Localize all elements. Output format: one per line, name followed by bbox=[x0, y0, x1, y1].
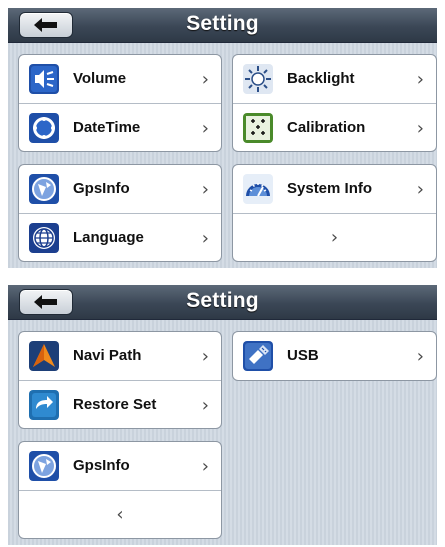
settings-group-usb: USB › bbox=[232, 331, 437, 381]
next-page-button[interactable]: › bbox=[233, 214, 436, 261]
menu-item-label: DateTime bbox=[73, 119, 141, 136]
chevron-right-icon: › bbox=[201, 456, 209, 477]
gpsinfo-icon bbox=[29, 174, 59, 204]
chevron-right-icon: › bbox=[201, 395, 209, 416]
settings-group-sound-time: Volume › DateTime › bbox=[18, 54, 222, 152]
chevron-left-icon: ‹ bbox=[116, 504, 124, 525]
volume-icon bbox=[29, 64, 59, 94]
menu-item-label: USB bbox=[287, 347, 319, 364]
menu-item-gpsinfo[interactable]: GpsInfo › bbox=[19, 442, 221, 491]
menu-item-label: Backlight bbox=[287, 70, 355, 87]
menu-item-backlight[interactable]: Backlight › bbox=[233, 55, 436, 104]
settings-group-gps: GpsInfo › ‹ bbox=[18, 441, 222, 539]
menu-item-datetime[interactable]: DateTime › bbox=[19, 104, 221, 151]
menu-item-usb[interactable]: USB › bbox=[233, 332, 436, 379]
chevron-right-icon: › bbox=[201, 346, 209, 367]
menu-item-label: Navi Path bbox=[73, 347, 142, 364]
chevron-right-icon: › bbox=[416, 69, 424, 90]
menu-item-label: GpsInfo bbox=[73, 457, 130, 474]
language-icon bbox=[29, 223, 59, 253]
navi-path-icon bbox=[29, 341, 59, 371]
menu-item-label: GpsInfo bbox=[73, 180, 130, 197]
settings-group-gps-language: GpsInfo › Language › bbox=[18, 164, 222, 262]
settings-screen-page-2: Setting Navi Path › Restore Set › USB › … bbox=[8, 285, 437, 545]
settings-group-navigation: Navi Path › Restore Set › bbox=[18, 331, 222, 429]
page-title: Setting bbox=[186, 289, 259, 312]
restore-set-icon bbox=[29, 390, 59, 420]
title-bar: Setting bbox=[8, 285, 437, 320]
usb-icon bbox=[243, 341, 273, 371]
menu-item-navi-path[interactable]: Navi Path › bbox=[19, 332, 221, 381]
settings-group-system: System Info › › bbox=[232, 164, 437, 262]
title-bar: Setting bbox=[8, 8, 437, 43]
settings-screen-page-1: Setting Volume › DateTime › Backlight › … bbox=[8, 8, 437, 268]
datetime-icon bbox=[29, 113, 59, 143]
menu-item-language[interactable]: Language › bbox=[19, 214, 221, 261]
chevron-right-icon: › bbox=[416, 346, 424, 367]
chevron-right-icon: › bbox=[201, 179, 209, 200]
menu-item-volume[interactable]: Volume › bbox=[19, 55, 221, 104]
menu-item-label: Restore Set bbox=[73, 396, 157, 413]
menu-item-gpsinfo[interactable]: GpsInfo › bbox=[19, 165, 221, 214]
chevron-right-icon: › bbox=[201, 69, 209, 90]
previous-page-button[interactable]: ‹ bbox=[19, 491, 221, 538]
menu-item-label: Language bbox=[73, 229, 144, 246]
menu-item-calibration[interactable]: Calibration › bbox=[233, 104, 436, 151]
settings-group-display: Backlight › Calibration › bbox=[232, 54, 437, 152]
menu-item-system-info[interactable]: System Info › bbox=[233, 165, 436, 214]
chevron-right-icon: › bbox=[416, 179, 424, 200]
gpsinfo-icon bbox=[29, 451, 59, 481]
chevron-right-icon: › bbox=[201, 228, 209, 249]
system-info-icon bbox=[243, 174, 273, 204]
page-title: Setting bbox=[186, 12, 259, 35]
chevron-right-icon: › bbox=[201, 118, 209, 139]
menu-item-label: Calibration bbox=[287, 119, 366, 136]
chevron-right-icon: › bbox=[416, 118, 424, 139]
menu-item-restore-set[interactable]: Restore Set › bbox=[19, 381, 221, 428]
chevron-right-icon: › bbox=[330, 227, 339, 248]
menu-item-label: System Info bbox=[287, 180, 373, 197]
menu-item-label: Volume bbox=[73, 70, 127, 87]
backlight-icon bbox=[243, 64, 273, 94]
calibration-icon bbox=[243, 113, 273, 143]
